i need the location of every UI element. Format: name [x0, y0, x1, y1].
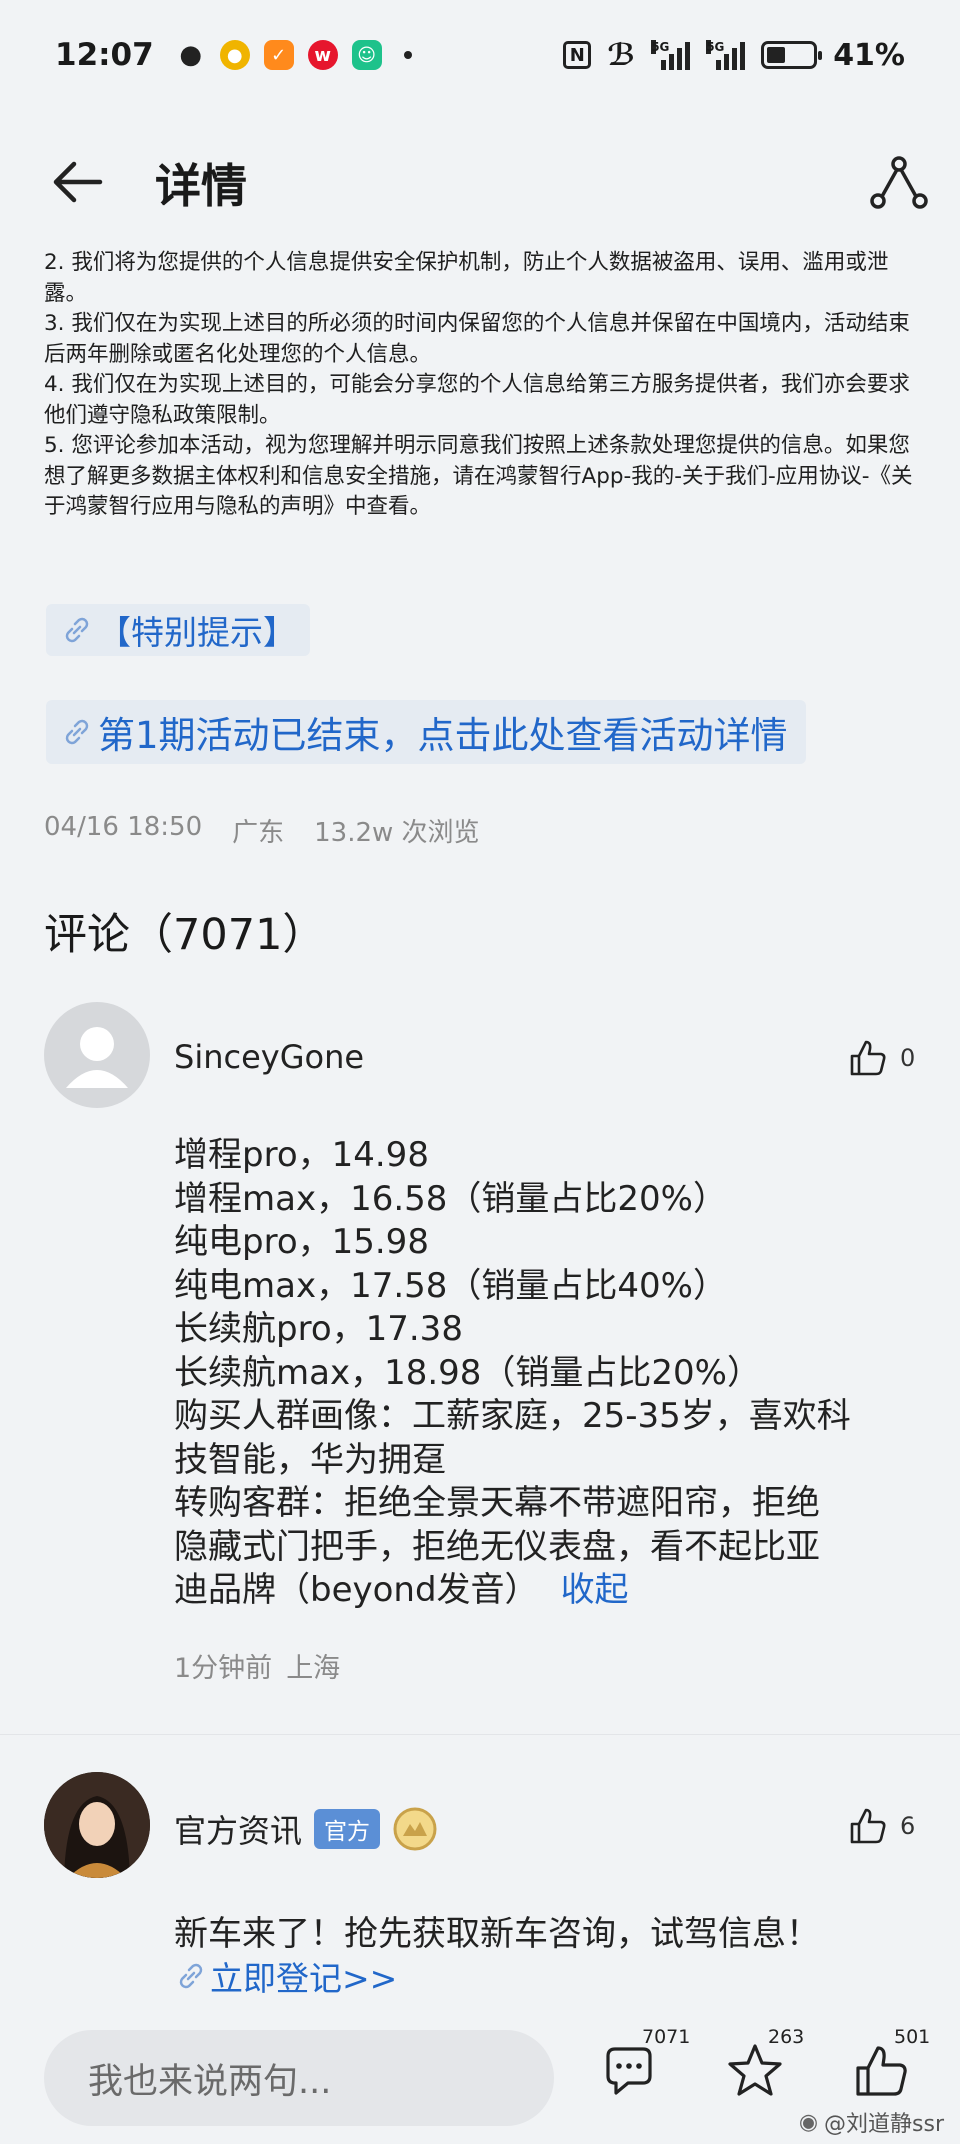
comments-button[interactable]: 7071: [598, 2026, 690, 2110]
terms-item: 2. 我们将为您提供的个人信息提供安全保护机制，防止个人数据被盗用、误用、滥用或…: [44, 250, 889, 306]
comment-icon: [606, 2047, 652, 2095]
activity-details-link[interactable]: 第1期活动已结束，点击此处查看活动详情: [46, 700, 806, 764]
terms-text: 2. 我们将为您提供的个人信息提供安全保护机制，防止个人数据被盗用、误用、滥用或…: [44, 248, 914, 523]
register-link[interactable]: 立即登记>>: [174, 1952, 397, 2000]
page-title: 详情: [155, 159, 247, 213]
comment-like-count: 6: [900, 1812, 916, 1840]
nfc-icon: N: [563, 41, 592, 69]
comment-meta: 1分钟前 上海: [174, 1646, 340, 1685]
comment-text: 增程pro，14.98 增程max，16.58（销量占比20%） 纯电pro，1…: [174, 1134, 934, 1613]
comment-line: 纯电max，17.58（销量占比40%）: [174, 1265, 727, 1306]
comment-line: 转购客群：拒绝全景天幕不带遮阳帘，拒绝: [174, 1483, 820, 1523]
thumbs-up-icon: [850, 1040, 886, 1076]
signal-2-icon: 5G: [706, 40, 746, 70]
default-avatar-icon: [66, 1027, 128, 1088]
signal-1-icon: 5G: [651, 40, 691, 70]
green-app-icon: ☺: [351, 40, 382, 70]
terms-item: 4. 我们仅在为实现上述目的，可能会分享您的个人信息给第三方服务提供者，我们亦会…: [44, 372, 910, 428]
page-header: 详情: [0, 130, 960, 230]
comment-like-count: 0: [900, 1044, 916, 1072]
special-notice-label: 【特别提示】: [98, 613, 296, 652]
comment-location: 上海: [286, 1653, 341, 1684]
register-link-label: 立即登记>>: [210, 1959, 398, 1998]
status-time: 12:07: [55, 37, 154, 73]
wechat-icon: ●: [179, 40, 203, 70]
comment-username[interactable]: SinceyGone: [174, 1038, 364, 1076]
favorite-button[interactable]: 263: [724, 2026, 804, 2110]
battery-percent: 41%: [833, 37, 905, 73]
back-button[interactable]: [48, 152, 108, 212]
link-icon: [65, 719, 89, 745]
comment-like-button[interactable]: 6: [846, 1804, 915, 1848]
share-icon: [870, 156, 928, 209]
comment-line: 购买人群画像：工薪家庭，25-35岁，喜欢科: [174, 1396, 851, 1436]
post-meta: 04/16 18:50 广东 13.2w 次浏览: [44, 812, 480, 849]
collapse-link[interactable]: 收起: [561, 1570, 629, 1610]
divider: [0, 1734, 960, 1735]
comment-line: 纯电pro，15.98: [174, 1222, 429, 1262]
weibo-icon: w: [307, 40, 338, 70]
comment-line: 技智能，华为拥趸: [174, 1439, 446, 1480]
status-bar: 12:07 ● ● ✓ w ☺ N ℬ 5G 5G 41%: [0, 0, 960, 110]
comment-username-row: 官方资讯 官方: [174, 1806, 438, 1852]
comment-username[interactable]: 官方资讯: [174, 1806, 302, 1852]
special-notice-link[interactable]: 【特别提示】: [46, 604, 310, 656]
star-icon: [728, 2044, 782, 2096]
link-icon: [65, 617, 89, 643]
weibo-watermark-icon: ◉: [798, 2109, 819, 2135]
share-button[interactable]: [868, 152, 930, 214]
post-date: 04/16 18:50: [44, 812, 203, 842]
battery-icon: [761, 41, 823, 69]
terms-item: 3. 我们仅在为实现上述目的所必须的时间内保留您的个人信息并保留在中国境内，活动…: [44, 311, 910, 367]
like-button[interactable]: 501: [850, 2026, 930, 2110]
comment-line: 长续航max，18.98（销量占比20%）: [174, 1352, 761, 1393]
comment-line: 增程pro，14.98: [174, 1135, 429, 1175]
orange-app-icon: ✓: [263, 40, 294, 70]
thumbs-up-icon: [850, 1808, 886, 1844]
arrow-left-icon: [53, 161, 103, 203]
avatar[interactable]: [44, 1772, 150, 1878]
comment-line: 隐藏式门把手，拒绝无仪表盘，看不起比亚: [174, 1526, 820, 1567]
comment-count: 7071: [642, 2026, 691, 2048]
comment-line: 长续航pro，17.38: [174, 1309, 463, 1349]
comments-heading: 评论（7071）: [44, 910, 326, 960]
more-notifications-icon: [403, 51, 412, 59]
comment-time: 1分钟前: [174, 1653, 273, 1684]
status-app-icons: ● ● ✓ w ☺: [176, 40, 412, 70]
comment-text: 新车来了！抢先获取新车咨询，试驾信息！: [174, 1914, 820, 1954]
watermark-text: @刘道静ssr: [824, 2112, 944, 2137]
activity-details-label: 第1期活动已结束，点击此处查看活动详情: [98, 714, 788, 757]
status-indicators: N ℬ 5G 5G 41%: [563, 38, 905, 73]
bluetooth-icon: ℬ: [607, 37, 636, 73]
avatar[interactable]: [44, 1002, 150, 1108]
link-icon: [179, 1963, 203, 1989]
comment-line: 迪品牌（beyond发音）: [174, 1570, 539, 1610]
terms-item: 5. 您评论参加本活动，视为您理解并明示同意我们按照上述条款处理您提供的信息。如…: [44, 433, 913, 519]
comment-like-button[interactable]: 0: [846, 1036, 915, 1080]
thumbs-up-icon: [856, 2046, 907, 2096]
favorite-count: 263: [768, 2026, 805, 2048]
like-count: 501: [894, 2026, 931, 2048]
official-avatar-icon: [44, 1772, 150, 1878]
comment-line: 增程max，16.58（销量占比20%）: [174, 1178, 727, 1219]
coin-app-icon: ●: [219, 40, 250, 70]
comment-input[interactable]: 我也来说两句...: [44, 2030, 554, 2126]
comment-line-last: 迪品牌（beyond发音） 收起: [174, 1569, 934, 1613]
official-badge: 官方: [314, 1809, 381, 1849]
medal-icon: [393, 1807, 437, 1851]
watermark: ◉ @刘道静ssr: [799, 2106, 944, 2138]
post-views: 13.2w 次浏览: [314, 818, 480, 848]
post-location: 广东: [232, 818, 285, 848]
